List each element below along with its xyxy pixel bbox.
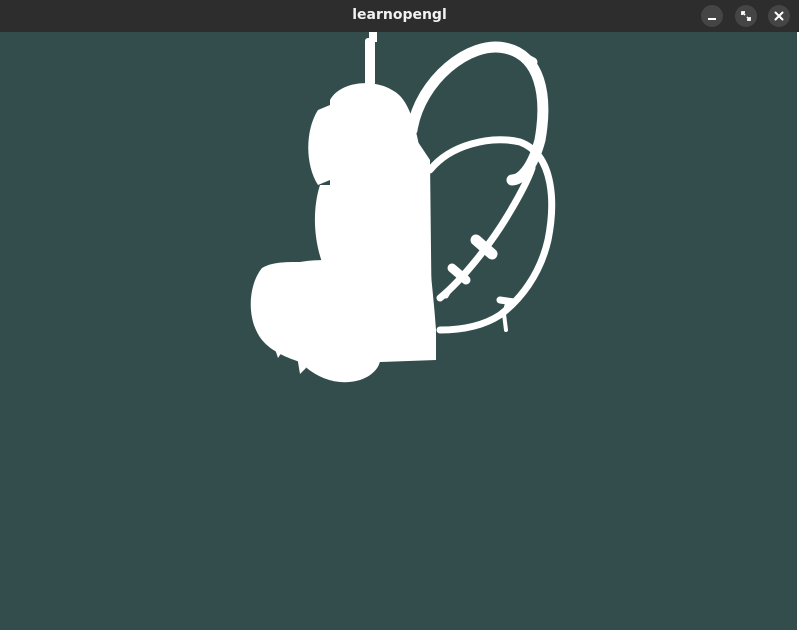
app-window: learnopengl <box>0 0 799 630</box>
opengl-viewport[interactable] <box>0 32 799 630</box>
close-icon <box>774 11 784 21</box>
maximize-button[interactable] <box>735 5 757 27</box>
backpack-silhouette <box>250 32 436 383</box>
backpack-straps <box>406 41 556 334</box>
window-title: learnopengl <box>352 7 447 23</box>
maximize-icon <box>741 11 751 21</box>
title-bar[interactable]: learnopengl <box>0 0 799 32</box>
minimize-button[interactable] <box>701 5 723 27</box>
minimize-icon <box>707 11 717 21</box>
backpack-model-render <box>250 32 556 383</box>
close-button[interactable] <box>768 5 790 27</box>
